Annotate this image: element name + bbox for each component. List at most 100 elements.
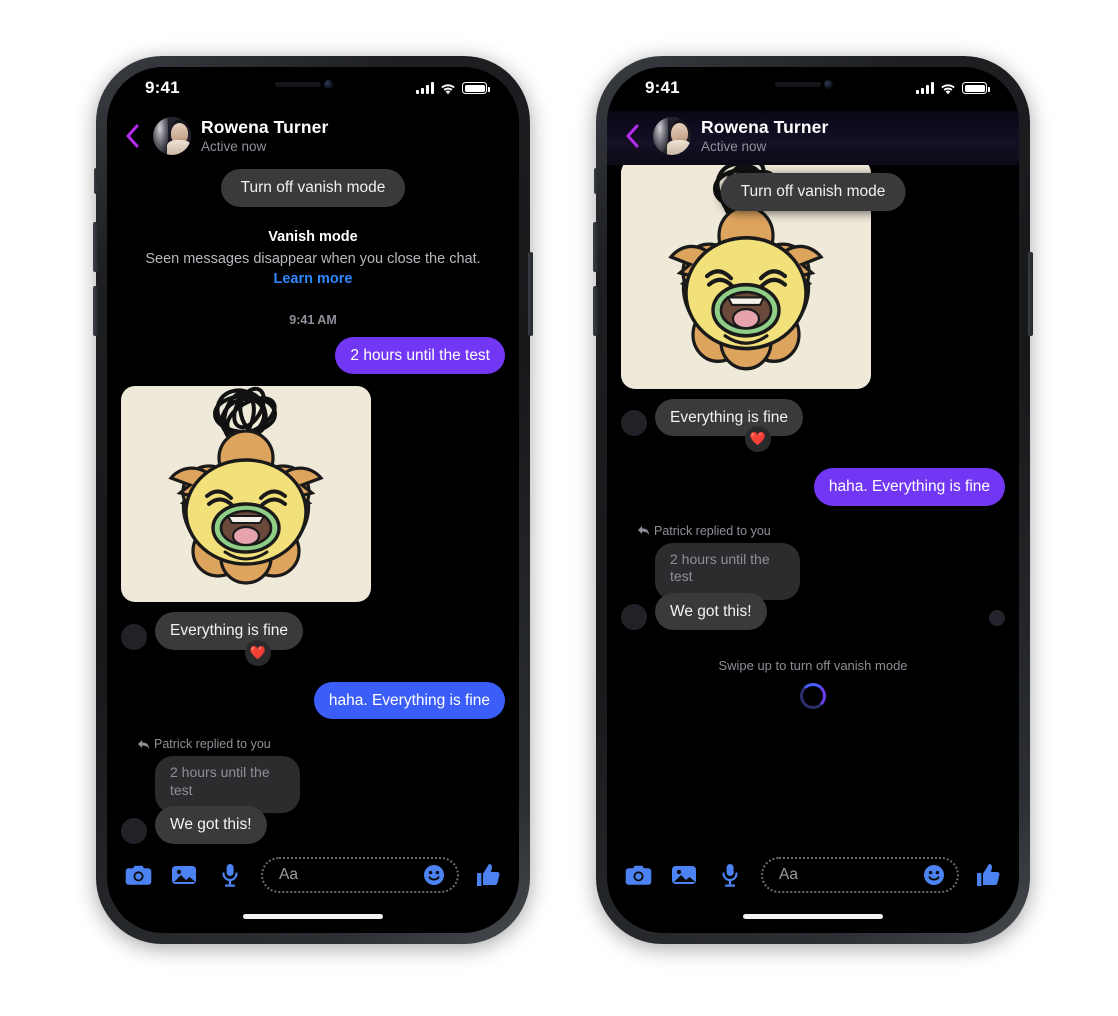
message-input-placeholder: Aa	[779, 866, 798, 883]
status-bar-right: 9:41	[607, 67, 1019, 111]
status-time: 9:41	[645, 78, 680, 97]
conversation-left: Turn off vanish mode Vanish mode Seen me…	[107, 165, 519, 847]
heart-reaction-icon[interactable]: ❤️	[745, 426, 771, 453]
phone-right: 9:41 Rowena Turner Active now Turn off v…	[593, 56, 1033, 944]
phone-left-screen: 9:41 Rowena Turner Active now Turn off v…	[107, 67, 519, 933]
turn-off-vanish-mode-button[interactable]: Turn off vanish mode	[220, 169, 406, 207]
earpiece-speaker	[275, 82, 321, 87]
composer-right: Aa	[607, 847, 1019, 899]
vanish-mode-info: Vanish mode Seen messages disappear when…	[121, 229, 505, 287]
front-camera-dot	[824, 80, 833, 89]
message-bubble[interactable]: We got this!	[655, 592, 767, 631]
conversation-right: Turn off vanish mode Everything is fine …	[607, 165, 1019, 847]
phone-left: 9:41 Rowena Turner Active now Turn off v…	[93, 56, 533, 944]
message-bubble[interactable]: Everything is fine	[155, 612, 304, 650]
microphone-icon[interactable]	[215, 860, 245, 890]
volume-up-button[interactable]	[593, 222, 598, 272]
sender-avatar	[621, 410, 647, 437]
reply-context-label: Patrick replied to you	[637, 524, 1005, 538]
contact-avatar[interactable]	[153, 117, 191, 155]
message-bubble[interactable]: haha. Everything is fine	[313, 681, 505, 720]
back-chevron-icon[interactable]	[621, 122, 643, 150]
header-text-block: Rowena Turner Active now	[701, 117, 828, 155]
camera-icon[interactable]	[123, 860, 153, 890]
cellular-bars-icon	[416, 82, 434, 94]
seen-avatar	[989, 610, 1005, 627]
message-bubble[interactable]: 2 hours until the test	[335, 337, 505, 375]
message-row-outgoing: haha. Everything is fine	[621, 468, 1005, 506]
reply-context-label: Patrick replied to you	[137, 737, 505, 751]
emoji-smiley-icon[interactable]	[923, 864, 945, 886]
earpiece-speaker	[775, 82, 821, 87]
camera-icon[interactable]	[623, 860, 653, 890]
message-input[interactable]: Aa	[761, 857, 959, 893]
thumbs-up-icon[interactable]	[973, 860, 1003, 890]
reply-context-text: Patrick replied to you	[654, 523, 771, 538]
back-chevron-icon[interactable]	[121, 122, 143, 150]
message-row-outgoing: 2 hours until the test	[121, 337, 505, 375]
phone-right-screen: 9:41 Rowena Turner Active now Turn off v…	[607, 67, 1019, 933]
battery-full-icon	[962, 82, 990, 94]
quoted-message[interactable]: 2 hours until the test	[155, 756, 301, 814]
header-text-block: Rowena Turner Active now	[201, 117, 328, 155]
message-row-incoming: Everything is fine	[621, 399, 1005, 437]
turn-off-vanish-mode-button[interactable]: Turn off vanish mode	[720, 173, 906, 211]
volume-up-button[interactable]	[93, 222, 98, 272]
power-button[interactable]	[528, 252, 533, 336]
sender-avatar	[121, 623, 147, 650]
battery-full-icon	[462, 82, 490, 94]
message-bubble[interactable]: We got this!	[155, 806, 267, 844]
composer-left: Aa	[107, 847, 519, 899]
power-button[interactable]	[1028, 252, 1033, 336]
heart-reaction-icon[interactable]: ❤️	[245, 639, 271, 666]
contact-name: Rowena Turner	[701, 117, 829, 138]
message-input-placeholder: Aa	[279, 866, 298, 883]
front-camera-dot	[324, 80, 333, 89]
phone-right-bezel: 9:41 Rowena Turner Active now Turn off v…	[607, 67, 1019, 933]
gallery-icon[interactable]	[669, 860, 699, 890]
crying-flower-sticker[interactable]	[121, 386, 371, 603]
contact-status: Active now	[701, 139, 767, 155]
gallery-icon[interactable]	[169, 860, 199, 890]
message-row-sticker	[121, 386, 505, 603]
quoted-message[interactable]: 2 hours until the test	[655, 542, 801, 600]
vanish-pill-row: Turn off vanish mode	[121, 169, 505, 207]
vanish-mode-title: Vanish mode	[268, 229, 358, 245]
screenshot-canvas: 9:41 Rowena Turner Active now Turn off v…	[0, 0, 1118, 1016]
reply-bubble-stack: 2 hours until the test We got this!	[155, 756, 311, 844]
silent-switch[interactable]	[94, 168, 98, 194]
cellular-bars-icon	[916, 82, 934, 94]
phone-left-bezel: 9:41 Rowena Turner Active now Turn off v…	[107, 67, 519, 933]
volume-down-button[interactable]	[93, 286, 98, 336]
message-row-reply: 2 hours until the test We got this!	[121, 756, 505, 844]
message-bubble[interactable]: Everything is fine	[655, 399, 804, 437]
vanish-mode-description: Seen messages disappear when you close t…	[145, 251, 481, 267]
status-icons	[916, 80, 990, 95]
volume-down-button[interactable]	[593, 286, 598, 336]
status-time: 9:41	[145, 78, 180, 97]
thumbs-up-icon[interactable]	[473, 860, 503, 890]
learn-more-link[interactable]: Learn more	[121, 271, 505, 287]
status-bar-left: 9:41	[107, 67, 519, 111]
contact-avatar[interactable]	[653, 117, 691, 155]
reply-arrow-icon	[138, 739, 149, 749]
home-indicator-bar[interactable]	[743, 913, 883, 919]
home-indicator-bar[interactable]	[243, 913, 383, 919]
reply-context-text: Patrick replied to you	[154, 737, 271, 752]
message-bubble[interactable]: haha. Everything is fine	[813, 468, 1005, 506]
microphone-icon[interactable]	[715, 860, 745, 890]
chat-header-right: Rowena Turner Active now	[607, 111, 1019, 165]
home-indicator-area	[107, 899, 519, 933]
emoji-smiley-icon[interactable]	[423, 864, 445, 886]
sender-avatar	[121, 817, 147, 844]
message-timestamp: 9:41 AM	[289, 313, 337, 327]
silent-switch[interactable]	[594, 168, 598, 194]
swipe-up-hint: Swipe up to turn off vanish mode	[718, 658, 908, 674]
message-row-reply: 2 hours until the test We got this!	[621, 542, 1005, 631]
wifi-icon	[940, 82, 956, 95]
message-input[interactable]: Aa	[261, 857, 459, 893]
contact-name: Rowena Turner	[201, 117, 329, 138]
wifi-icon	[440, 82, 456, 95]
message-row-outgoing: haha. Everything is fine	[121, 681, 505, 720]
reply-bubble-stack: 2 hours until the test We got this!	[655, 542, 811, 631]
